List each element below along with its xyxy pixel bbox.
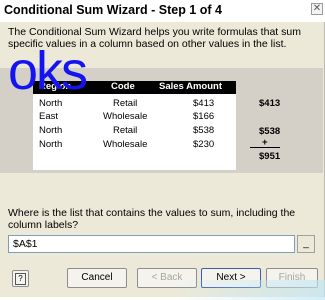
overlay-logo-text: oks (8, 41, 88, 101)
cancel-button[interactable]: Cancel (67, 268, 127, 288)
sum-underline (250, 147, 280, 148)
row1-code: Retail (113, 98, 138, 109)
result-2: $538 (259, 126, 281, 137)
range-input[interactable] (8, 235, 295, 253)
collapse-dialog-button[interactable]: _ (297, 235, 315, 253)
row4-region: North (39, 139, 63, 150)
collapse-icon: _ (303, 238, 309, 249)
row2-amount: $166 (193, 111, 215, 122)
help-button[interactable]: ? (12, 270, 29, 287)
header-sales-amount: Sales Amount (159, 81, 222, 92)
background-accent (175, 280, 325, 300)
window-title: Conditional Sum Wizard - Step 1 of 4 (4, 3, 222, 17)
result-total: $951 (259, 151, 281, 162)
result-1: $413 (259, 98, 281, 109)
row3-code: Retail (113, 125, 138, 136)
row3-amount: $538 (193, 125, 215, 136)
row1-amount: $413 (193, 98, 215, 109)
row2-region: East (39, 111, 59, 122)
range-question: Where is the list that contains the valu… (8, 207, 296, 231)
row3-region: North (39, 125, 63, 136)
row2-code: Wholesale (103, 111, 148, 122)
header-code: Code (111, 81, 135, 92)
title-bar[interactable]: Conditional Sum Wizard - Step 1 of 4 ✕ (0, 0, 325, 22)
close-button[interactable]: ✕ (311, 3, 323, 15)
row4-amount: $230 (193, 139, 215, 150)
row4-code: Wholesale (103, 139, 148, 150)
help-icon: ? (15, 273, 26, 285)
close-icon: ✕ (312, 3, 322, 14)
wizard-dialog: Conditional Sum Wizard - Step 1 of 4 ✕ T… (0, 0, 325, 300)
